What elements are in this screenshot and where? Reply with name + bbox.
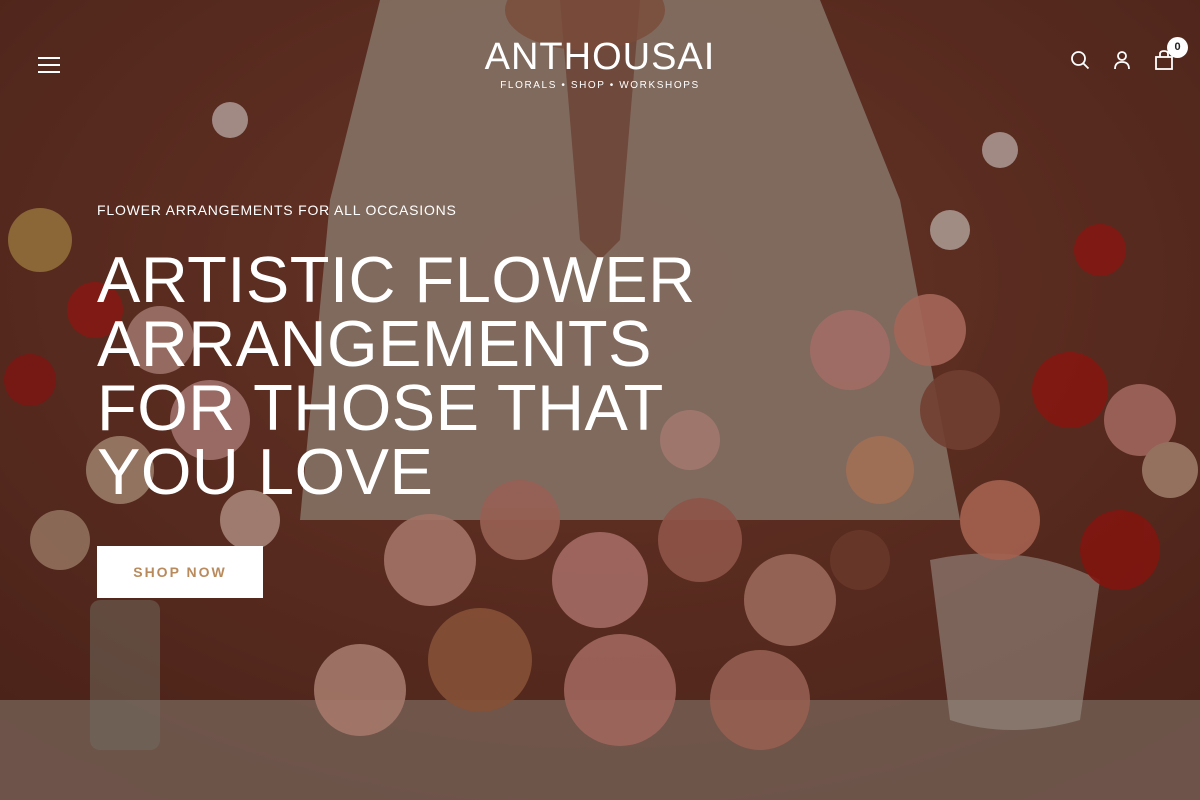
cart-button[interactable]: 0 — [1154, 37, 1188, 70]
hero-content: FLOWER ARRANGEMENTS FOR ALL OCCASIONS AR… — [97, 202, 717, 504]
logo-subtitle: FLORALS • SHOP • WORKSHOPS — [500, 80, 700, 91]
search-icon — [1071, 51, 1090, 70]
cart-count-badge: 0 — [1167, 37, 1188, 58]
site-logo[interactable]: ANTHOUSAI FLORALS • SHOP • WORKSHOPS — [0, 36, 1200, 91]
site-header: ANTHOUSAI FLORALS • SHOP • WORKSHOPS 0 — [0, 0, 1200, 130]
header-actions: 0 — [1070, 37, 1188, 70]
account-button[interactable] — [1112, 50, 1132, 70]
hero-eyebrow: FLOWER ARRANGEMENTS FOR ALL OCCASIONS — [97, 202, 457, 218]
hero-headline: ARTISTIC FLOWER ARRANGEMENTS FOR THOSE T… — [97, 243, 696, 508]
user-icon — [1114, 51, 1130, 70]
shop-now-button[interactable]: SHOP NOW — [97, 546, 263, 598]
logo-title: ANTHOUSAI — [484, 36, 716, 78]
search-button[interactable] — [1070, 50, 1090, 70]
